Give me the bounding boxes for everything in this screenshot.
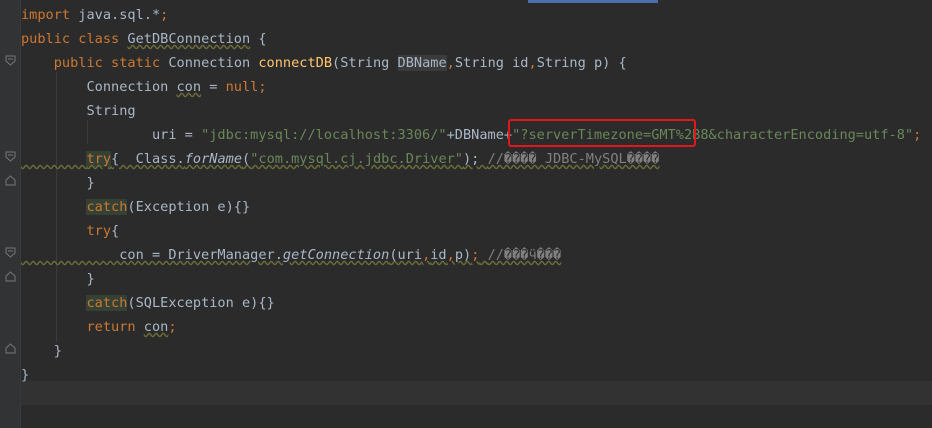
code-token: id	[430, 247, 447, 263]
code-line[interactable]: public class GetDBConnection {	[21, 27, 267, 51]
code-token: ;	[258, 79, 267, 95]
fold-end-marker-icon[interactable]	[5, 343, 16, 354]
code-token: +DBName+	[446, 127, 513, 143]
code-line[interactable]: String	[21, 99, 136, 123]
code-token: ,	[446, 247, 455, 263]
code-line[interactable]: }	[21, 171, 95, 195]
editor-gutter	[0, 0, 20, 428]
code-token: uri =	[21, 127, 202, 143]
code-token: p)	[454, 247, 472, 263]
fold-end-marker-icon[interactable]	[5, 271, 16, 282]
code-token: (	[242, 151, 251, 167]
code-token: try	[86, 223, 112, 239]
code-token: { Class.	[111, 151, 185, 167]
code-token: (String	[332, 55, 398, 71]
code-token: }	[21, 271, 95, 287]
code-token: =	[201, 79, 226, 95]
code-token: (Exception e){}	[127, 199, 251, 215]
code-line[interactable]: try{ Class.forName("com.mysql.cj.jdbc.Dr…	[21, 147, 659, 171]
code-token: con = DriverManager.	[21, 247, 283, 263]
code-token: String id	[454, 55, 529, 71]
code-line[interactable]: uri = "jdbc:mysql://localhost:3306/"+DBN…	[21, 123, 921, 147]
code-token: try	[86, 151, 112, 167]
code-line[interactable]: catch(Exception e){}	[21, 195, 250, 219]
code-token: null	[225, 79, 259, 95]
code-line[interactable]: }	[21, 339, 62, 363]
code-line[interactable]: import java.sql.*;	[21, 3, 168, 27]
code-token: //���ӵ���	[487, 247, 562, 263]
code-line[interactable]: }	[21, 267, 95, 291]
code-token: Connection	[21, 79, 177, 95]
fold-end-marker-icon[interactable]	[5, 175, 16, 186]
code-token: (uri	[389, 247, 423, 263]
code-line[interactable]: }	[21, 363, 29, 387]
code-token: String p) {	[536, 55, 627, 71]
code-token: ;	[160, 7, 169, 23]
code-token: );	[463, 151, 488, 167]
code-token: ,	[528, 55, 537, 71]
code-token: con	[176, 79, 202, 95]
code-line[interactable]: public static Connection connectDB(Strin…	[21, 51, 627, 75]
code-token: catch	[86, 199, 128, 215]
annotation-highlight-box	[508, 119, 696, 147]
code-editor[interactable]: import java.sql.*; public class GetDBConn…	[21, 0, 932, 428]
code-token: Connection	[160, 55, 259, 71]
code-token: public static	[53, 55, 161, 71]
code-token: }	[21, 367, 30, 383]
code-token: catch	[86, 295, 128, 311]
code-token: }	[21, 343, 62, 359]
code-token: getConnection	[282, 247, 390, 263]
code-token: }	[21, 175, 95, 191]
code-token: import	[21, 7, 71, 23]
code-token: {	[250, 31, 267, 47]
code-token: GetDBConnection	[127, 31, 251, 47]
fold-marker-icon[interactable]	[5, 151, 16, 162]
code-token: DBName	[397, 55, 447, 71]
code-token: ;	[168, 319, 177, 335]
code-token: con	[143, 319, 169, 335]
code-line[interactable]: return con;	[21, 315, 177, 339]
code-token: return	[86, 319, 136, 335]
code-token: "com.mysql.cj.jdbc.Driver"	[250, 151, 463, 167]
code-token: public class	[21, 31, 120, 47]
code-token: String	[21, 103, 136, 119]
code-token: ;	[913, 127, 922, 143]
code-token: java.sql.*	[70, 7, 161, 23]
code-token: (SQLException e){}	[127, 295, 275, 311]
code-line[interactable]: Connection con = null;	[21, 75, 267, 99]
code-token: {	[111, 223, 120, 239]
fold-marker-icon[interactable]	[5, 55, 16, 66]
code-token: connectDB	[258, 55, 333, 71]
code-line[interactable]: con = DriverManager.getConnection(uri,id…	[21, 243, 561, 267]
code-token: forName	[184, 151, 243, 167]
code-line[interactable]: try{	[21, 219, 119, 243]
code-token: ,	[446, 55, 455, 71]
fold-marker-icon[interactable]	[5, 247, 16, 258]
code-token: "jdbc:mysql://localhost:3306/"	[201, 127, 447, 143]
code-line[interactable]: catch(SQLException e){}	[21, 291, 275, 315]
code-token: //���� JDBC-MySQL����	[487, 151, 660, 167]
